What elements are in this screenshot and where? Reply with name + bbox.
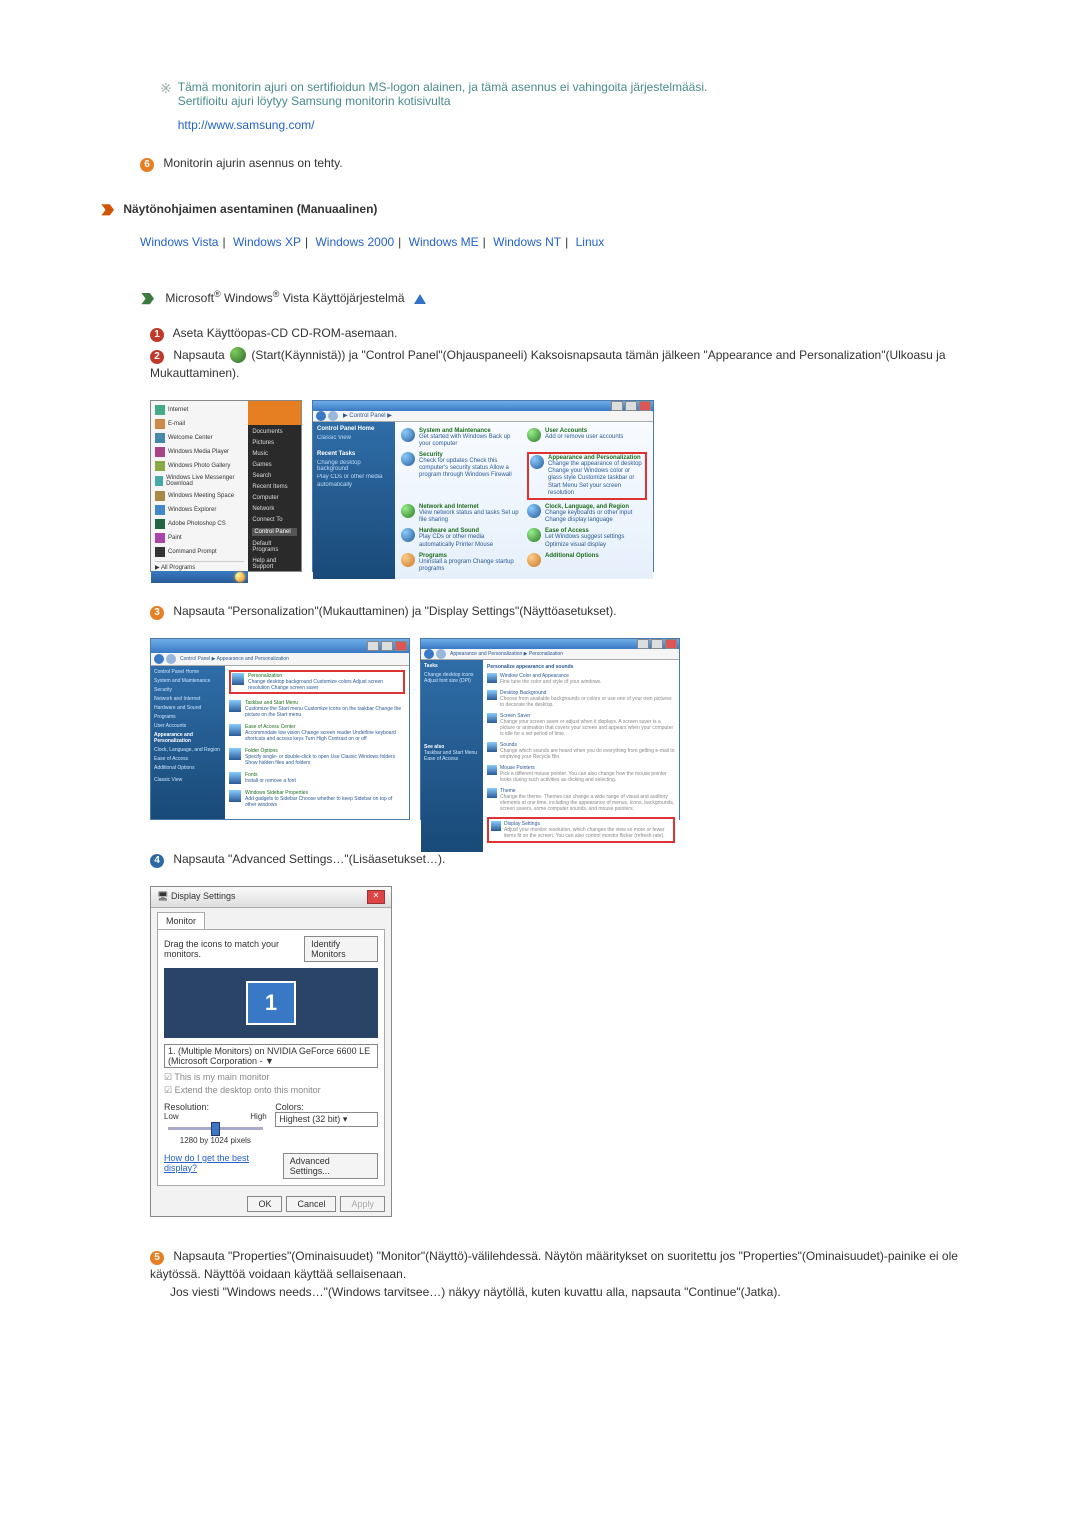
close-icon (395, 641, 407, 651)
driver-cert-notice: ※ Tämä monitorin ajuri on sertifioidun M… (160, 80, 980, 132)
link-2000[interactable]: Windows 2000 (315, 235, 394, 249)
colors-label: Colors: (275, 1102, 378, 1112)
link-xp[interactable]: Windows XP (233, 235, 301, 249)
monitor-tab: Monitor (157, 912, 205, 929)
step-number-6: 6 (140, 158, 154, 172)
step-4-row: 4 Napsauta "Advanced Settings…"(Lisäaset… (150, 850, 980, 868)
monitor-preview-area: 1 (164, 968, 378, 1038)
best-display-link: How do I get the best display? (164, 1153, 283, 1179)
step-5-text-b: Jos viesti "Windows needs…"(Windows tarv… (170, 1283, 980, 1301)
personalization-window-screenshot: Appearance and Personalization ▶ Persona… (420, 638, 680, 820)
maximize-icon (651, 639, 663, 649)
apply-button: Apply (340, 1196, 385, 1212)
step-number-3: 3 (150, 606, 164, 620)
close-icon: ✕ (367, 890, 385, 904)
extend-desktop-checkbox: ☑ Extend the desktop onto this monitor (164, 1085, 378, 1096)
identify-monitors-button: Identify Monitors (304, 936, 378, 962)
manual-install-title: Näytönohjaimen asentaminen (Manuaalinen) (123, 202, 377, 216)
samsung-link[interactable]: http://www.samsung.com/ (178, 118, 315, 132)
os-links-row: Windows Vista| Windows XP| Windows 2000|… (140, 235, 980, 249)
resolution-slider (168, 1127, 263, 1130)
step-4-text: Napsauta "Advanced Settings…"(Lisäasetuk… (173, 852, 445, 866)
cert-text-1: Tämä monitorin ajuri on sertifioidun MS-… (178, 80, 980, 94)
monitor-1-icon: 1 (246, 981, 296, 1025)
back-icon (316, 411, 326, 421)
ok-button: OK (247, 1196, 282, 1212)
link-linux[interactable]: Linux (576, 235, 605, 249)
step-3-row: 3 Napsauta "Personalization"(Mukauttamin… (150, 602, 980, 620)
step-number-1: 1 (150, 328, 164, 342)
step-1-text: Aseta Käyttöopas-CD CD-ROM-asemaan. (173, 326, 398, 340)
arrow-green-icon (140, 292, 154, 306)
minimize-icon (611, 401, 623, 411)
asterisk-icon: ※ (160, 80, 172, 132)
step-3-text: Napsauta "Personalization"(Mukauttaminen… (173, 604, 616, 618)
start-menu-control-panel-item: Control Panel (252, 528, 297, 536)
display-settings-dialog-screenshot: 🖥 Display Settings ✕ Monitor Drag the ic… (150, 886, 392, 1217)
vista-heading-text: Microsoft® Windows® Vista Käyttöjärjeste… (165, 291, 408, 305)
step-5-text-a: Napsauta "Properties"(Ominaisuudet) "Mon… (150, 1249, 958, 1281)
cancel-button: Cancel (286, 1196, 336, 1212)
step-1-row: 1 Aseta Käyttöopas-CD CD-ROM-asemaan. (150, 324, 980, 342)
advanced-settings-button-highlight: Advanced Settings... (283, 1153, 378, 1179)
step-number-5: 5 (150, 1251, 164, 1265)
step-5-block: 5 Napsauta "Properties"(Ominaisuudet) "M… (150, 1247, 980, 1301)
drag-text: Drag the icons to match your monitors. (164, 939, 304, 959)
adapter-dropdown: 1. (Multiple Monitors) on NVIDIA GeForce… (164, 1044, 378, 1068)
dialog-title: Display Settings (171, 891, 236, 901)
step-number-4: 4 (150, 854, 164, 868)
minimize-icon (637, 639, 649, 649)
manual-install-header: Näytönohjaimen asentaminen (Manuaalinen) (100, 202, 980, 217)
forward-icon (328, 411, 338, 421)
link-nt[interactable]: Windows NT (493, 235, 561, 249)
resolution-value: 1280 by 1024 pixels (164, 1136, 267, 1145)
display-settings-highlight: Display SettingsAdjust your monitor reso… (487, 817, 675, 843)
step-done-text: Monitorin ajurin asennus on tehty. (163, 156, 342, 170)
minimize-icon (367, 641, 379, 651)
link-me[interactable]: Windows ME (409, 235, 479, 249)
vista-control-panel-screenshot: ▶ Control Panel ▶ Control Panel Home Cla… (312, 400, 654, 572)
link-vista[interactable]: Windows Vista (140, 235, 218, 249)
step-number-2: 2 (150, 350, 164, 364)
maximize-icon (381, 641, 393, 651)
step-2-text-b: (Start(Käynnistä)) ja "Control Panel"(Oh… (150, 348, 946, 380)
start-orb-highlight-icon (235, 572, 245, 582)
arrow-bullet-icon (100, 203, 114, 217)
step-2-text-a: Napsauta (173, 348, 224, 362)
personalization-highlight: PersonalizationChange desktop background… (229, 670, 405, 694)
main-monitor-checkbox: ☑ This is my main monitor (164, 1072, 378, 1083)
step-2-row: 2 Napsauta (Start(Käynnistä)) ja "Contro… (150, 346, 980, 382)
close-icon (639, 401, 651, 411)
colors-dropdown: Highest (32 bit) ▾ (275, 1112, 378, 1127)
vista-start-menu-screenshot: Internet E-mail Welcome Center Windows M… (150, 400, 302, 572)
vista-heading-row: Microsoft® Windows® Vista Käyttöjärjeste… (140, 289, 980, 306)
maximize-icon (625, 401, 637, 411)
resolution-label: Resolution: (164, 1102, 267, 1112)
start-orb-icon (230, 347, 246, 363)
step-done-row: 6 Monitorin ajurin asennus on tehty. (140, 156, 980, 172)
appearance-personalization-highlight: Appearance and PersonalizationChange the… (527, 452, 647, 500)
close-icon (665, 639, 677, 649)
appearance-window-screenshot: Control Panel ▶ Appearance and Personali… (150, 638, 410, 820)
cert-text-2: Sertifioitu ajuri löytyy Samsung monitor… (178, 94, 980, 108)
collapse-triangle-icon[interactable] (414, 294, 426, 304)
